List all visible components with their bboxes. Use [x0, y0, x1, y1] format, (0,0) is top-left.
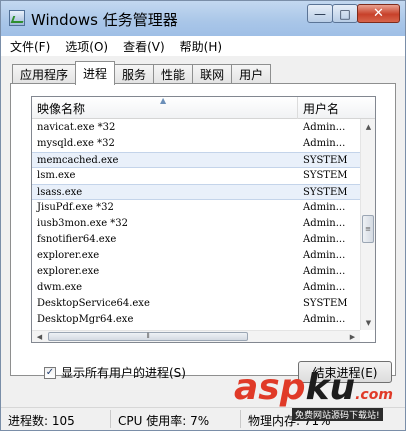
horizontal-scrollbar[interactable]: ◀ ⦀ ▶: [32, 330, 360, 342]
scroll-left-arrow-icon[interactable]: ◀: [32, 331, 47, 342]
process-user-name: Admin...: [303, 250, 346, 261]
status-divider: [240, 410, 241, 428]
task-manager-window: Windows 任务管理器 — □ ✕ 文件(F) 选项(O) 查看(V) 帮助…: [0, 0, 406, 431]
tab-strip: 应用程序 进程 服务 性能 联网 用户: [12, 61, 272, 85]
tab-networking[interactable]: 联网: [192, 64, 233, 84]
grip-icon: ≡: [365, 225, 371, 233]
process-image-name: dwm.exe: [37, 282, 83, 293]
process-image-name: lsm.exe: [37, 170, 76, 181]
title-bar[interactable]: Windows 任务管理器 — □ ✕: [1, 1, 405, 36]
horizontal-scroll-thumb[interactable]: ⦀: [48, 332, 248, 341]
tab-users[interactable]: 用户: [231, 64, 272, 84]
column-image-name-label: 映像名称: [37, 101, 86, 116]
process-row[interactable]: memcached.exe SYSTEM: [32, 152, 360, 168]
process-row[interactable]: fsnotifier64.exe Admin...: [32, 232, 360, 248]
tab-services[interactable]: 服务: [114, 64, 155, 84]
process-user-name: SYSTEM: [303, 170, 348, 181]
process-user-name: SYSTEM: [303, 187, 348, 198]
content-area: 应用程序 进程 服务 性能 联网 用户 映像名称 ▲ 用户名 navicat.e…: [1, 56, 405, 407]
process-row[interactable]: DesktopService64.exe SYSTEM: [32, 296, 360, 312]
menu-bar: 文件(F) 选项(O) 查看(V) 帮助(H): [1, 36, 405, 56]
process-user-name: Admin...: [303, 202, 346, 213]
process-user-name: Admin...: [303, 234, 346, 245]
scroll-down-arrow-icon[interactable]: ▼: [361, 315, 375, 330]
status-process-count: 进程数: 105: [8, 414, 75, 428]
process-row[interactable]: navicat.exe *32 Admin...: [32, 120, 360, 136]
window-title: Windows 任务管理器: [31, 11, 178, 29]
column-user-name[interactable]: 用户名: [298, 97, 375, 119]
menu-options[interactable]: 选项(O): [59, 38, 114, 55]
process-image-name: iusb3mon.exe *32: [37, 218, 129, 229]
tab-applications[interactable]: 应用程序: [12, 64, 77, 84]
process-row[interactable]: iusb3mon.exe *32 Admin...: [32, 216, 360, 232]
process-row[interactable]: dwm.exe Admin...: [32, 280, 360, 296]
close-button[interactable]: ✕: [357, 4, 400, 23]
process-row[interactable]: explorer.exe Admin...: [32, 264, 360, 280]
show-all-users-checkbox[interactable]: ✓: [44, 366, 56, 379]
process-user-name: SYSTEM: [303, 298, 348, 309]
process-user-name: Admin...: [303, 218, 346, 229]
process-user-name: Admin...: [303, 138, 346, 149]
scroll-right-arrow-icon[interactable]: ▶: [345, 331, 360, 342]
sort-ascending-icon: ▲: [160, 96, 167, 105]
minimize-button[interactable]: —: [307, 4, 333, 23]
task-manager-app-icon: [9, 10, 25, 26]
show-all-users-option[interactable]: ✓ 显示所有用户的进程(S): [44, 364, 186, 381]
vertical-scrollbar[interactable]: ▲ ≡ ▼: [360, 119, 375, 330]
process-row[interactable]: explorer.exe Admin...: [32, 248, 360, 264]
process-list-body: navicat.exe *32 Admin... mysqld.exe *32 Adm…: [32, 120, 360, 330]
status-memory-usage: 物理内存: 71%: [248, 414, 331, 428]
process-image-name: explorer.exe: [37, 250, 100, 261]
vertical-scroll-thumb[interactable]: ≡: [362, 215, 374, 243]
process-list: 映像名称 ▲ 用户名 navicat.exe *32 Admin... mysqld…: [31, 96, 376, 343]
end-process-button[interactable]: 结束进程(E): [298, 361, 392, 383]
grip-icon: ⦀: [146, 332, 150, 340]
process-row[interactable]: JisuPdf.exe *32 Admin...: [32, 200, 360, 216]
column-image-name[interactable]: 映像名称 ▲: [32, 97, 298, 119]
status-cpu-usage: CPU 使用率: 7%: [118, 414, 210, 428]
tab-processes[interactable]: 进程: [75, 61, 116, 85]
processes-panel: 映像名称 ▲ 用户名 navicat.exe *32 Admin... mysqld…: [10, 83, 396, 383]
process-image-name: mysqld.exe *32: [37, 138, 115, 149]
process-user-name: Admin...: [303, 122, 346, 133]
process-user-name: Admin...: [303, 266, 346, 277]
process-image-name: navicat.exe *32: [37, 122, 116, 133]
menu-view[interactable]: 查看(V): [117, 38, 171, 55]
scroll-up-arrow-icon[interactable]: ▲: [361, 119, 375, 134]
menu-help[interactable]: 帮助(H): [174, 38, 228, 55]
process-user-name: Admin...: [303, 282, 346, 293]
menu-file[interactable]: 文件(F): [4, 38, 56, 55]
maximize-button[interactable]: □: [332, 4, 358, 23]
show-all-users-label: 显示所有用户的进程(S): [61, 366, 186, 380]
process-row[interactable]: mysqld.exe *32 Admin...: [32, 136, 360, 152]
status-divider: [110, 410, 111, 428]
column-user-name-label: 用户名: [303, 101, 340, 116]
process-image-name: lsass.exe: [37, 187, 83, 198]
process-image-name: memcached.exe: [37, 155, 119, 166]
process-user-name: Admin...: [303, 314, 346, 325]
process-image-name: explorer.exe: [37, 266, 100, 277]
status-bar: 进程数: 105 CPU 使用率: 7% 物理内存: 71%: [1, 407, 405, 430]
process-image-name: DesktopMgr64.exe: [37, 314, 134, 325]
process-row[interactable]: lsass.exe SYSTEM: [32, 184, 360, 200]
process-image-name: fsnotifier64.exe: [37, 234, 117, 245]
process-row[interactable]: DesktopMgr64.exe Admin...: [32, 312, 360, 328]
tab-performance[interactable]: 性能: [153, 64, 194, 84]
process-user-name: SYSTEM: [303, 155, 348, 166]
process-image-name: DesktopService64.exe: [37, 298, 150, 309]
process-image-name: JisuPdf.exe *32: [37, 202, 114, 213]
process-list-header: 映像名称 ▲ 用户名: [32, 97, 375, 119]
checkmark-icon: ✓: [45, 366, 55, 378]
process-row[interactable]: lsm.exe SYSTEM: [32, 168, 360, 184]
